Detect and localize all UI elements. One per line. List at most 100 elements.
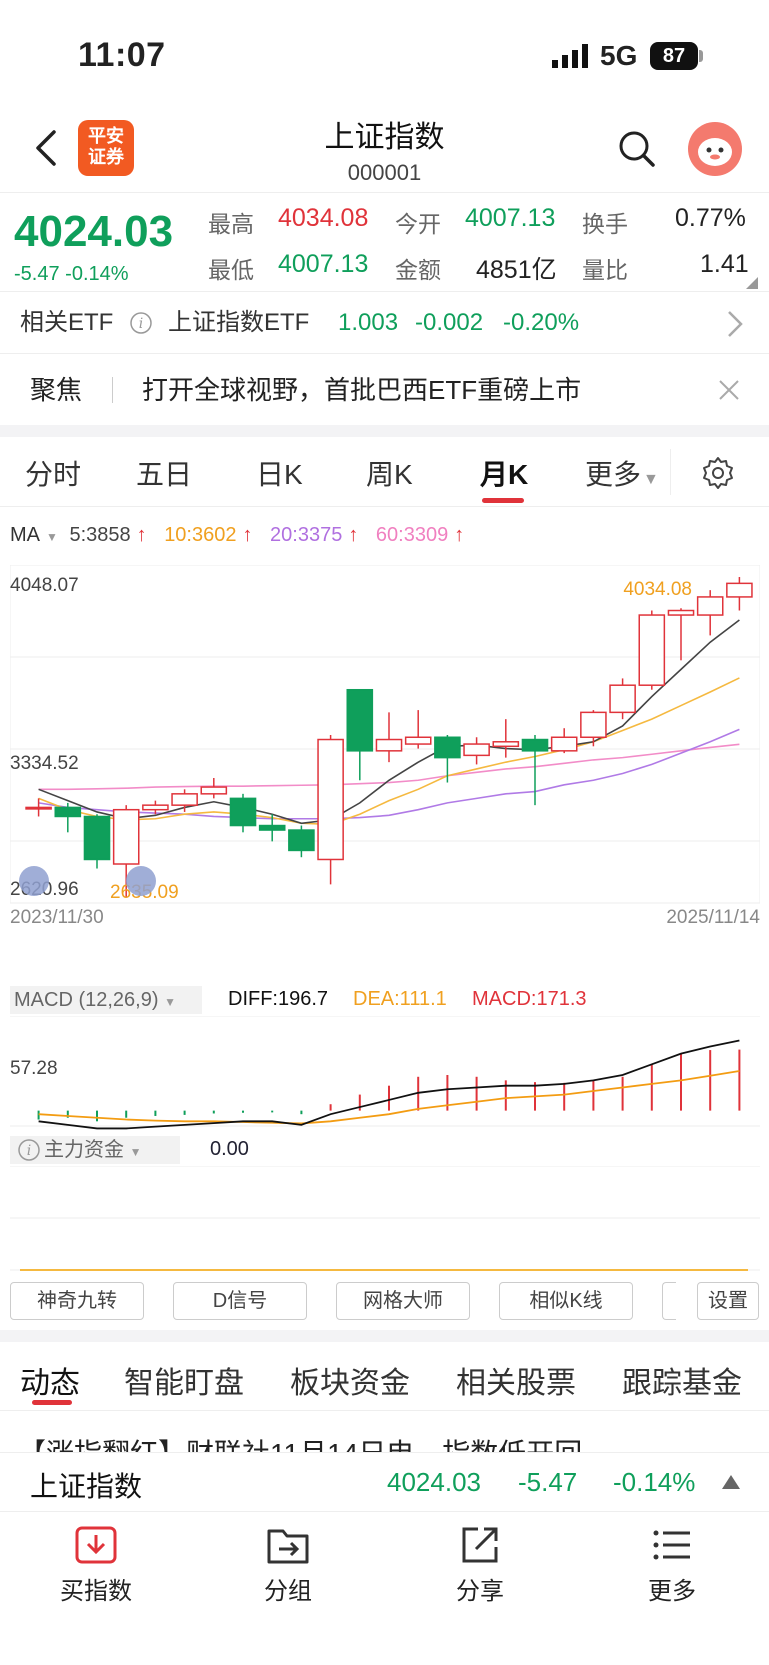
candle: [200, 786, 228, 795]
macd-title: MACD (12,26,9): [14, 989, 159, 1011]
nav-more[interactable]: 更多: [612, 1525, 732, 1606]
focus-divider: [112, 377, 113, 403]
diff-line: [38, 1039, 740, 1130]
tab-five-day[interactable]: 五日: [136, 453, 192, 493]
related-etf-row[interactable]: 相关ETF i 上证指数ETF 1.003 -0.002 -0.20%: [0, 292, 769, 354]
search-icon[interactable]: [618, 130, 656, 168]
candle: [229, 797, 257, 827]
mascot-icon: [698, 138, 732, 166]
active-tab-indicator: [482, 498, 524, 503]
ma-legend[interactable]: MA ▼ 5:3858 ↑ 10:3602 ↑ 20:3375 ↑ 60:3309 ↑: [10, 524, 476, 547]
close-icon[interactable]: [718, 379, 740, 401]
status-time: 11:07: [78, 36, 166, 74]
period-tabs: 分时 五日 日K 周K 月K 更多 ▼: [0, 437, 769, 507]
dea-value: DEA:111.1: [353, 988, 447, 1010]
volratio-value: 1.41: [700, 250, 749, 278]
tab-divider: [670, 449, 671, 495]
ma60-value: 60:3309 ↑: [376, 524, 470, 546]
info-icon[interactable]: i: [130, 312, 152, 334]
nav-group-label: 分组: [264, 1578, 312, 1605]
nav-share[interactable]: 分享: [420, 1525, 540, 1606]
tab-intraday[interactable]: 分时: [25, 453, 81, 493]
avatar[interactable]: [688, 122, 742, 176]
bottom-quote-name: 上证指数: [30, 1471, 143, 1502]
focus-text: 打开全球视野，首批巴西ETF重磅上市: [142, 375, 582, 405]
news-tab-tracking-funds[interactable]: 跟踪基金: [622, 1358, 742, 1402]
ma5-value: 5:3858 ↑: [69, 524, 152, 546]
network-type: 5G: [600, 40, 638, 71]
caret-down-icon: ▼: [164, 995, 176, 1009]
news-tab-smart-watch[interactable]: 智能盯盘: [124, 1358, 244, 1402]
change-pct: -0.14%: [65, 263, 129, 285]
etf-price: 1.003: [338, 309, 399, 336]
focus-label: 聚焦: [30, 375, 83, 405]
turnover-label: 换手: [582, 211, 628, 237]
tab-more-label: 更多: [585, 459, 642, 490]
svg-text:i: i: [27, 1143, 31, 1159]
info-icon[interactable]: i: [18, 1139, 40, 1161]
candle: [463, 743, 490, 757]
share-icon: [462, 1527, 498, 1563]
candle: [258, 824, 286, 831]
open-label: 今开: [395, 211, 441, 237]
svg-text:i: i: [139, 316, 143, 332]
tool-d-signal[interactable]: D信号: [173, 1282, 307, 1320]
tool-grid-master[interactable]: 网格大师: [336, 1282, 470, 1320]
turnover-value: 0.77%: [675, 204, 746, 232]
ma20-text: 20:3375: [270, 524, 343, 546]
tab-more[interactable]: 更多 ▼: [585, 453, 659, 493]
corner-expand-icon[interactable]: [746, 277, 758, 289]
section-separator: [0, 1330, 769, 1342]
ma-label: MA: [10, 524, 40, 546]
tab-daily-k[interactable]: 日K: [256, 453, 303, 493]
y-label-high: 4048.07: [10, 575, 79, 596]
nav-buy-index[interactable]: 买指数: [36, 1525, 156, 1606]
signal-icon: [552, 44, 588, 68]
active-news-tab-indicator: [32, 1400, 72, 1405]
gear-icon[interactable]: [700, 455, 736, 491]
x-label-end: 2025/11/14: [666, 907, 760, 928]
high-label: 最高: [208, 211, 254, 237]
caret-down-icon: ▼: [643, 471, 659, 488]
bottom-quote-bar[interactable]: 上证指数 4024.03 -5.47 -0.14%: [0, 1452, 769, 1512]
candle: [609, 684, 636, 714]
news-tab-sector-funds[interactable]: 板块资金: [290, 1358, 410, 1402]
news-tab-related-stocks[interactable]: 相关股票: [456, 1358, 576, 1402]
focus-banner[interactable]: 聚焦 打开全球视野，首批巴西ETF重磅上市: [0, 355, 769, 425]
tool-settings[interactable]: 设置: [697, 1282, 759, 1320]
bottom-quote-change-pct: -0.14%: [613, 1467, 696, 1497]
bottom-quote-price: 4024.03: [387, 1467, 481, 1497]
price-change: -5.47 -0.14%: [14, 263, 129, 286]
battery-tip: [699, 50, 703, 62]
candle: [288, 829, 315, 852]
candle: [83, 815, 111, 861]
candle: [434, 736, 461, 759]
macd-header: MACD (12,26,9) ▼ DIFF:196.7 DEA:111.1 MA…: [10, 986, 760, 1016]
nav-more-label: 更多: [648, 1578, 696, 1605]
macd-chart[interactable]: 57.28: [10, 1016, 760, 1136]
kline-chart[interactable]: 4048.073334.522620.964034.082635.092023/…: [10, 565, 760, 955]
macd-selector[interactable]: MACD (12,26,9) ▼: [10, 986, 202, 1014]
caret-up-icon[interactable]: [722, 1475, 740, 1489]
annotation-high: 4034.08: [623, 579, 692, 600]
tab-weekly-k[interactable]: 周K: [366, 453, 413, 493]
capital-flow-chart[interactable]: [10, 1166, 760, 1276]
candle: [492, 741, 520, 748]
ma5-text: 5:3858: [69, 524, 131, 546]
bottom-quote-change: -5.47: [518, 1467, 578, 1497]
nav-group[interactable]: 分组: [228, 1525, 348, 1606]
etf-label: 相关ETF: [20, 309, 114, 336]
candle: [580, 711, 607, 739]
tool-magic-nine[interactable]: 神奇九转: [10, 1282, 144, 1320]
tab-monthly-k[interactable]: 月K: [480, 453, 528, 493]
x-label-start: 2023/11/30: [10, 907, 104, 928]
low-label: 最低: [208, 257, 254, 283]
news-tab-dynamic[interactable]: 动态: [20, 1358, 80, 1402]
zoom-handle: [126, 866, 156, 896]
high-value: 4034.08: [278, 204, 369, 232]
news-item-peek[interactable]: 【涨指翻红】财联社11月14日电，指数低开回: [18, 1438, 758, 1452]
ma10-value: 10:3602 ↑: [164, 524, 258, 546]
tool-hidden-partial[interactable]: [662, 1282, 676, 1320]
tool-similar-k[interactable]: 相似K线: [499, 1282, 633, 1320]
candle: [142, 804, 169, 811]
